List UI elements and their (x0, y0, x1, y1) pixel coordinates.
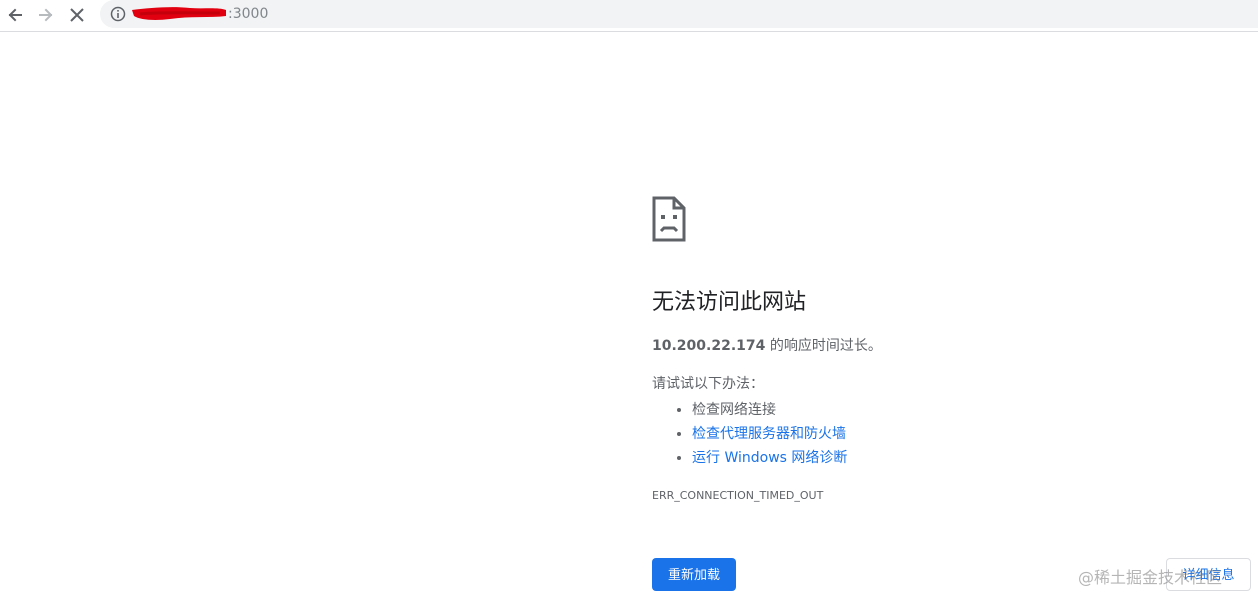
close-icon (70, 8, 84, 22)
error-summary: 10.200.22.174 的响应时间过长。 (652, 336, 882, 356)
sad-document-icon (652, 196, 686, 242)
redaction-mark (132, 7, 226, 20)
address-bar[interactable]: :3000 (100, 0, 1258, 28)
back-arrow-icon (8, 8, 22, 22)
error-host: 10.200.22.174 (652, 338, 766, 354)
back-button[interactable] (3, 3, 27, 27)
list-item: 运行 Windows 网络诊断 (692, 446, 847, 470)
error-title: 无法访问此网站 (652, 290, 807, 315)
url-text: :3000 (228, 6, 269, 22)
suggestion-check-network: 检查网络连接 (692, 402, 776, 418)
browser-toolbar: :3000 (0, 0, 1258, 32)
details-button[interactable]: 详细信息 (1166, 558, 1251, 591)
forward-button[interactable] (34, 3, 58, 27)
suggestions-heading: 请试试以下办法： (652, 376, 764, 392)
list-item: 检查代理服务器和防火墙 (692, 422, 847, 446)
suggestion-run-diagnostics-link[interactable]: 运行 Windows 网络诊断 (692, 450, 847, 466)
suggestion-check-proxy-link[interactable]: 检查代理服务器和防火墙 (692, 426, 846, 442)
forward-arrow-icon (39, 8, 53, 22)
stop-loading-button[interactable] (65, 3, 89, 27)
error-code: ERR_CONNECTION_TIMED_OUT (652, 489, 824, 502)
list-item: 检查网络连接 (692, 398, 847, 422)
error-summary-text: 的响应时间过长。 (765, 338, 882, 354)
reload-button[interactable]: 重新加载 (652, 558, 736, 591)
suggestions-list: 检查网络连接 检查代理服务器和防火墙 运行 Windows 网络诊断 (674, 398, 847, 470)
info-icon[interactable] (110, 6, 126, 22)
